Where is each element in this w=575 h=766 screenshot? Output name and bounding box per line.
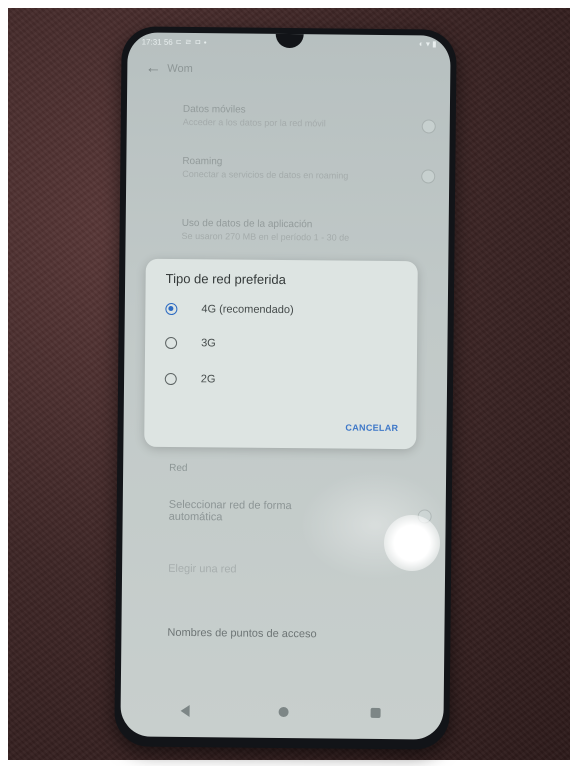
radio-unselected-icon[interactable] xyxy=(165,336,178,350)
mobile-data-toggle[interactable] xyxy=(421,119,436,134)
navigation-bar xyxy=(120,702,443,725)
radio-unselected-icon[interactable] xyxy=(164,372,177,386)
app-top-bar: ← Wom xyxy=(145,55,432,86)
setting-roaming[interactable]: Roaming Conectar a servicios de datos en… xyxy=(182,155,431,184)
page-title: Wom xyxy=(167,62,193,76)
nav-back-icon[interactable] xyxy=(180,704,190,718)
setting-mobile-data[interactable]: Datos móviles Acceder a los datos por la… xyxy=(183,103,432,132)
option-2g[interactable]: 2G xyxy=(164,367,216,391)
setting-subtitle: Conectar a servicios de datos en roaming xyxy=(182,168,349,181)
option-3g[interactable]: 3G xyxy=(165,331,216,355)
status-time: 17:31 56 ㄷ ㄹ ㅁ • xyxy=(141,37,207,48)
option-4g[interactable]: 4G (recomendado) xyxy=(165,297,294,322)
light-glare xyxy=(384,515,440,571)
setting-subtitle: Se usaron 270 MB en el período 1 - 30 de xyxy=(181,230,350,243)
status-icons: ◐ ▾ ▮ xyxy=(418,39,437,49)
radio-selected-icon[interactable] xyxy=(165,302,178,316)
option-label: 4G (recomendado) xyxy=(201,303,294,317)
cancel-button[interactable]: CANCELAR xyxy=(345,423,398,433)
option-label: 2G xyxy=(200,373,216,386)
setting-access-point-names[interactable]: Nombres de puntos de acceso xyxy=(167,627,426,642)
nav-recents-icon[interactable] xyxy=(370,707,381,719)
preferred-network-dialog: Tipo de red preferida 4G (recomendado) 3… xyxy=(144,258,418,450)
option-label: 3G xyxy=(201,337,216,350)
setting-subtitle: Acceder a los datos por la red móvil xyxy=(182,116,326,129)
nav-home-icon[interactable] xyxy=(278,706,289,718)
setting-app-data-usage[interactable]: Uso de datos de la aplicación Se usaron … xyxy=(182,217,431,246)
arrow-back-icon[interactable]: ← xyxy=(145,60,167,78)
dialog-title: Tipo de red preferida xyxy=(165,270,286,288)
roaming-toggle[interactable] xyxy=(421,169,436,184)
